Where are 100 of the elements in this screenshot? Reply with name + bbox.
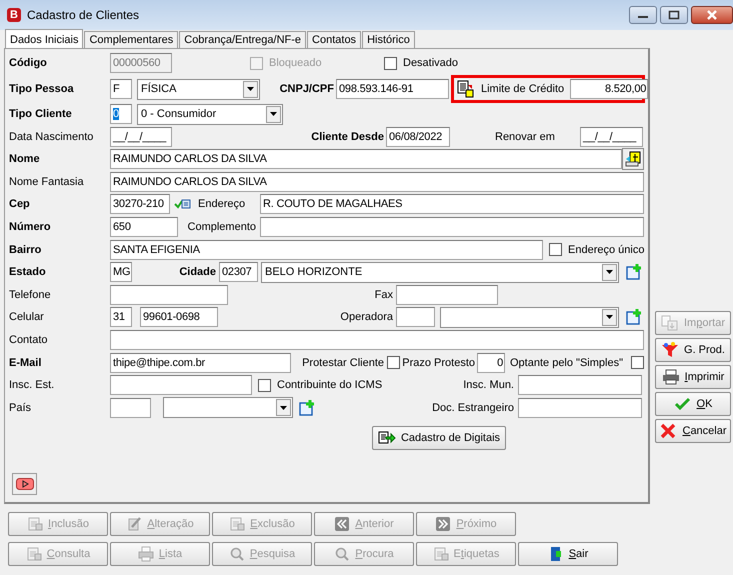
cross-icon [659,423,678,439]
document-icon [457,80,475,98]
field-label: Cep [9,198,31,210]
document-icon [229,516,246,532]
input-field[interactable]: 0 [477,352,505,373]
checkbox-label: Contribuinte do ICMS [277,379,382,392]
tab[interactable]: Histórico [362,31,415,48]
input-field[interactable]: __/__/____ [580,126,643,147]
printer-icon [138,546,154,562]
side-button[interactable]: G. Prod. [655,338,731,362]
checkbox[interactable] [384,56,397,70]
input-field[interactable]: F [110,79,132,99]
close-button[interactable] [691,6,733,24]
tab[interactable]: Contatos [307,31,362,48]
field-label: Fax [374,288,393,301]
checkbox-label: Desativado [403,57,458,69]
field-label: Limite de Crédito [481,82,564,96]
input-field[interactable] [518,398,642,418]
input-field[interactable]: SANTA EFIGENIA [110,240,543,260]
checkbox[interactable] [387,356,400,370]
field-label: Nome [9,153,41,166]
photo-button[interactable] [622,148,644,170]
field-label: Data Nascimento [9,130,94,143]
cadastro-digitais-button[interactable]: Cadastro de Digitais [372,426,506,450]
input-field[interactable]: 06/08/2022 [386,126,450,147]
checkbox-label: Bloqueado [269,57,322,69]
input-field[interactable] [518,375,642,396]
input-field[interactable]: R. COUTO DE MAGALHAES [260,194,644,214]
input-field[interactable]: RAIMUNDO CARLOS DA SILVA [110,149,622,170]
field-label: Cidade [178,266,216,278]
add-icon[interactable] [299,400,315,416]
add-icon[interactable] [626,264,642,280]
field-label: Código [9,57,48,69]
app-icon: B [7,8,21,22]
field-label: Estado [9,266,47,278]
field-label: CNPJ/CPF [278,83,334,95]
input-field[interactable]: 99601-0698 [140,307,218,328]
add-icon[interactable] [626,309,642,326]
label-icon [432,546,449,562]
caret-icon [280,406,287,410]
tab[interactable]: Cobrança/Entrega/NF-e [179,31,306,48]
tab[interactable]: Complementares [84,31,178,48]
previous-icon [334,516,350,532]
input-field[interactable] [110,375,252,396]
minimize-button[interactable] [629,6,657,24]
side-button[interactable]: Cancelar [655,419,731,443]
search-icon [228,546,245,562]
input-field[interactable]: RAIMUNDO CARLOS DA SILVA [110,172,644,192]
field-label: Insc. Mun. [462,379,514,392]
input-field[interactable] [260,216,644,237]
input-field[interactable] [110,284,228,305]
nav-button[interactable]: Sair [518,542,618,566]
dropdown-field[interactable] [163,397,293,418]
field-label: Celular [9,311,45,324]
input-field[interactable] [396,307,435,328]
checkbox[interactable] [631,356,644,370]
form-icon [26,546,42,562]
field-label: País [9,402,32,414]
dropdown-field[interactable]: BELO HORIZONTE [261,262,619,283]
caret-icon [270,112,277,116]
tab[interactable]: Dados Iniciais [5,29,84,49]
input-field[interactable]: thipe@thipe.com.br [110,352,291,373]
input-field[interactable]: 0 [110,104,132,124]
input-field[interactable] [396,284,498,305]
field-label: Renovar em [495,130,556,143]
maximize-button[interactable] [660,6,688,24]
input-field[interactable]: 31 [110,307,132,328]
input-field[interactable]: 30270-210 [110,194,170,214]
close-icon [705,10,719,20]
side-button[interactable]: OK [655,392,731,416]
field-label: Optante pelo "Simples" [510,356,624,369]
input-field[interactable] [110,398,151,418]
field-label: Protestar Cliente [301,356,384,369]
field-label: Complemento [186,220,256,233]
field-label: Endereço [198,198,246,210]
field-label: Doc. Estrangeiro [431,402,514,414]
play-button[interactable] [12,473,37,495]
photo-icon [625,151,641,168]
input-field[interactable]: 650 [110,216,178,237]
dropdown-field[interactable]: 0 - Consumidor [137,104,283,124]
field-label: Bairro [9,244,42,256]
caret-icon [247,87,254,91]
checkbox[interactable] [549,243,562,256]
input-field[interactable]: 02307 [219,262,258,282]
pencil-icon [126,516,142,532]
input-field[interactable] [110,330,644,350]
checkbox[interactable] [258,378,271,392]
input-field[interactable]: 098.593.146-91 [336,79,449,99]
envelope-icon[interactable] [174,199,191,210]
field-label: Cliente Desde [310,130,384,143]
caret-icon [606,270,613,274]
input-field[interactable]: 8.520,00 [570,79,648,99]
dropdown-field[interactable]: FÍSICA [137,78,260,100]
field-label: Nome Fantasia [9,176,85,188]
printer-icon [662,369,680,385]
dropdown-field[interactable] [440,306,619,328]
input-field[interactable]: __/__/____ [110,126,172,147]
input-field[interactable]: MG [110,262,132,282]
side-button[interactable]: Imprimir [655,365,731,389]
maximize-icon [668,10,680,20]
